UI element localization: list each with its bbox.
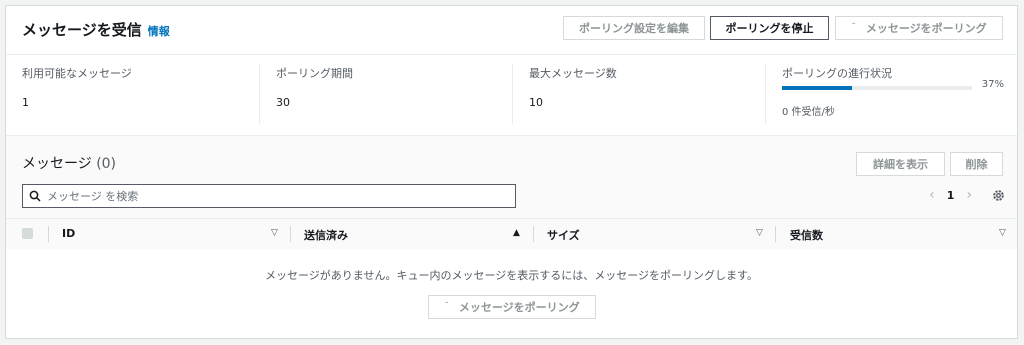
sort-down-icon[interactable]: ▽ xyxy=(271,228,278,238)
poll-messages-label: メッセージをポーリング xyxy=(865,22,987,35)
search-placeholder: メッセージ を検索 xyxy=(47,190,139,203)
stat-max: 最大メッセージ数 10 xyxy=(529,65,769,109)
spinner-icon: ˘ xyxy=(444,302,449,312)
empty-state-text: メッセージがありません。キュー内のメッセージを表示するには、メッセージをポーリン… xyxy=(265,269,758,282)
receive-rate: 0 件受信/秒 xyxy=(782,107,835,118)
spinner-icon: ˘ xyxy=(851,23,856,33)
search-messages-input[interactable]: メッセージ を検索 xyxy=(22,184,516,208)
stop-polling-button[interactable]: ポーリングを停止 xyxy=(710,16,829,40)
page-title: メッセージを受信 情報 xyxy=(22,19,170,40)
empty-poll-messages-label: メッセージをポーリング xyxy=(458,301,580,314)
stat-available: 利用可能なメッセージ 1 xyxy=(22,65,262,109)
stat-max-value: 10 xyxy=(529,96,543,109)
column-divider xyxy=(775,226,776,242)
page-title-text: メッセージを受信 xyxy=(22,21,142,39)
search-icon xyxy=(29,190,41,202)
poll-messages-button[interactable]: ˘ メッセージをポーリング xyxy=(835,16,1003,40)
stat-duration-value: 30 xyxy=(276,96,290,109)
sort-up-icon[interactable]: ▲ xyxy=(513,228,520,238)
empty-poll-messages-button[interactable]: ˘ メッセージをポーリング xyxy=(428,295,596,319)
column-divider xyxy=(533,226,534,242)
column-header-receive-count[interactable]: 受信数 xyxy=(790,227,823,243)
column-header-sent[interactable]: 送信済み xyxy=(304,227,348,243)
table-body: メッセージがありません。キュー内のメッセージを表示するには、メッセージをポーリン… xyxy=(6,249,1017,338)
column-divider xyxy=(48,226,49,242)
edit-polling-settings-button[interactable]: ポーリング設定を編集 xyxy=(563,16,705,40)
messages-section: メッセージ (0) 詳細を表示 削除 メッセージ を検索 ‹ 1 › ID ▽ … xyxy=(6,135,1017,338)
edit-polling-settings-label: ポーリング設定を編集 xyxy=(579,22,689,35)
polling-stats: 利用可能なメッセージ 1 ポーリング期間 30 最大メッセージ数 10 ポーリン… xyxy=(6,55,1017,135)
gear-icon[interactable] xyxy=(992,189,1005,202)
select-all-checkbox[interactable] xyxy=(22,228,33,239)
divider xyxy=(765,64,766,124)
progress-bar-fill xyxy=(782,86,853,90)
column-header-size[interactable]: サイズ xyxy=(547,227,580,243)
divider xyxy=(259,64,260,124)
progress-bar xyxy=(782,86,972,90)
progress-percent: 37% xyxy=(981,79,1004,90)
receive-messages-panel: メッセージを受信 情報 ポーリング設定を編集 ポーリングを停止 ˘ メッセージをポ… xyxy=(5,5,1018,339)
stat-duration-label: ポーリング期間 xyxy=(276,67,353,80)
messages-count: (0) xyxy=(96,156,117,172)
sort-down-icon[interactable]: ▽ xyxy=(756,228,763,238)
sort-down-icon[interactable]: ▽ xyxy=(999,228,1006,238)
column-header-id[interactable]: ID xyxy=(62,227,75,240)
stat-progress-label: ポーリングの進行状況 xyxy=(782,67,892,80)
stat-progress: ポーリングの進行状況 37% 0 件受信/秒 xyxy=(782,65,1004,125)
page-number[interactable]: 1 xyxy=(947,189,955,202)
divider xyxy=(512,64,513,124)
stop-polling-label: ポーリングを停止 xyxy=(725,22,814,35)
view-details-label: 詳細を表示 xyxy=(873,158,928,171)
info-link[interactable]: 情報 xyxy=(148,25,170,38)
chevron-right-icon[interactable]: › xyxy=(966,187,972,203)
stat-duration: ポーリング期間 30 xyxy=(276,65,516,109)
view-details-button[interactable]: 詳細を表示 xyxy=(856,152,945,176)
stat-available-label: 利用可能なメッセージ xyxy=(22,67,132,80)
panel-header: メッセージを受信 情報 ポーリング設定を編集 ポーリングを停止 ˘ メッセージをポ… xyxy=(6,6,1017,55)
column-divider xyxy=(290,226,291,242)
messages-title-text: メッセージ xyxy=(22,156,92,172)
stat-available-value: 1 xyxy=(22,96,29,109)
pagination: ‹ 1 › xyxy=(929,187,1005,203)
chevron-left-icon[interactable]: ‹ xyxy=(929,187,935,203)
delete-label: 削除 xyxy=(965,158,988,171)
messages-title: メッセージ (0) xyxy=(22,153,116,173)
table-header: ID ▽ 送信済み ▲ サイズ ▽ 受信数 ▽ xyxy=(6,218,1017,251)
stat-max-label: 最大メッセージ数 xyxy=(529,67,617,80)
delete-button[interactable]: 削除 xyxy=(950,152,1003,176)
